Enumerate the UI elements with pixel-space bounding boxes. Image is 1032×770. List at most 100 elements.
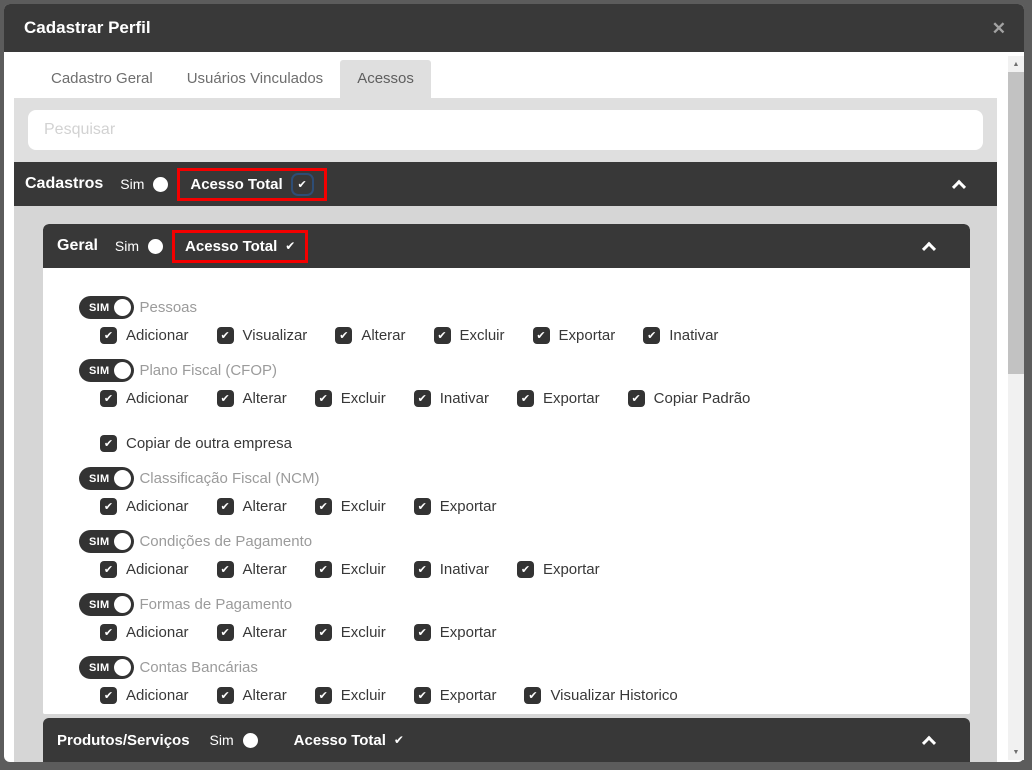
permission-excluir[interactable]: ✔ Excluir xyxy=(314,498,386,515)
permission-exportar[interactable]: ✔ Exportar xyxy=(413,624,496,641)
checkbox-checked-icon[interactable]: ✔ xyxy=(413,624,431,641)
checkbox-checked-icon[interactable]: ✔ xyxy=(216,561,234,578)
cadastrar-perfil-modal: Cadastrar Perfil ✕ Cadastro Geral Usuári… xyxy=(4,4,1024,762)
sim-toggle[interactable]: SIM xyxy=(79,467,135,490)
checkbox-checked-icon[interactable]: ✔ xyxy=(216,390,234,407)
permission-label: Adicionar xyxy=(126,624,189,641)
vertical-scrollbar[interactable]: ▲ ▼ xyxy=(1008,56,1024,760)
permission-excluir[interactable]: ✔ Excluir xyxy=(314,624,386,641)
checkbox-checked-icon[interactable]: ✔ xyxy=(216,327,234,344)
permission-inativar[interactable]: ✔ Inativar xyxy=(413,390,489,407)
sim-toggle[interactable]: SIM xyxy=(79,656,135,679)
sim-toggle[interactable]: SIM xyxy=(79,359,135,382)
chevron-up-icon[interactable] xyxy=(920,731,938,750)
permission-excluir[interactable]: ✔ Excluir xyxy=(314,687,386,704)
permission-excluir[interactable]: ✔ Excluir xyxy=(314,390,386,407)
sim-toggle[interactable]: SIM xyxy=(79,530,135,553)
permission-excluir[interactable]: ✔ Excluir xyxy=(433,327,505,344)
checkbox-checked-icon[interactable]: ✔ xyxy=(335,327,353,344)
permission-alterar[interactable]: ✔ Alterar xyxy=(216,498,287,515)
permission-adicionar[interactable]: ✔ Adicionar xyxy=(100,498,189,515)
permission-row: ✔ Adicionar ✔ Visualizar ✔ Alterar ✔ Exc… xyxy=(100,327,970,344)
scrollbar-thumb[interactable] xyxy=(1008,72,1024,374)
checkbox-checked-icon[interactable]: ✔ xyxy=(413,687,431,704)
scroll-up-icon[interactable]: ▲ xyxy=(1008,56,1024,72)
permission-exportar[interactable]: ✔ Exportar xyxy=(413,498,496,515)
sim-toggle[interactable] xyxy=(148,238,164,254)
checkbox-checked-icon[interactable]: ✔ xyxy=(532,327,550,344)
permission-label: Visualizar Historico xyxy=(550,687,678,704)
chevron-up-icon[interactable] xyxy=(950,175,968,194)
permission-exportar[interactable]: ✔ Exportar xyxy=(413,687,496,704)
checkbox-checked-icon[interactable]: ✔ xyxy=(216,498,234,515)
permission-label: Alterar xyxy=(242,561,287,578)
checkbox-checked-icon[interactable]: ✔ xyxy=(413,498,431,515)
sim-toggle[interactable]: SIM xyxy=(79,593,135,616)
tab-usuarios-vinculados[interactable]: Usuários Vinculados xyxy=(170,60,340,98)
checkbox-checked-icon[interactable]: ✔ xyxy=(314,561,332,578)
permission-exportar[interactable]: ✔ Exportar xyxy=(532,327,615,344)
checkbox-checked-icon[interactable]: ✔ xyxy=(100,390,117,407)
scroll-down-icon[interactable]: ▼ xyxy=(1008,744,1024,760)
permission-row: ✔ Adicionar ✔ Alterar ✔ Excluir ✔ Inativ… xyxy=(100,390,970,452)
modal-title: Cadastrar Perfil xyxy=(24,18,151,37)
checkbox-checked-icon[interactable]: ✔ xyxy=(516,561,534,578)
group-header: SIM Contas Bancárias xyxy=(79,656,970,679)
permission-adicionar[interactable]: ✔ Adicionar xyxy=(100,561,189,578)
acesso-total-checkbox[interactable]: ✔ xyxy=(394,733,404,747)
checkbox-checked-icon[interactable]: ✔ xyxy=(216,624,234,641)
checkbox-checked-icon[interactable]: ✔ xyxy=(314,390,332,407)
checkbox-checked-icon[interactable]: ✔ xyxy=(100,687,117,704)
section-header-cadastros: Cadastros Sim Acesso Total ✔ xyxy=(14,162,997,206)
group-label: Contas Bancárias xyxy=(139,659,258,676)
permission-adicionar[interactable]: ✔ Adicionar xyxy=(100,390,189,407)
checkbox-checked-icon[interactable]: ✔ xyxy=(516,390,534,407)
permission-excluir[interactable]: ✔ Excluir xyxy=(314,561,386,578)
tab-acessos[interactable]: Acessos xyxy=(340,60,431,98)
checkbox-checked-icon[interactable]: ✔ xyxy=(100,561,117,578)
acesso-total-checkbox[interactable]: ✔ xyxy=(285,239,295,253)
sim-toggle[interactable] xyxy=(153,176,169,192)
permission-copiar-padrao[interactable]: ✔ Copiar Padrão xyxy=(627,390,750,407)
permission-inativar[interactable]: ✔ Inativar xyxy=(413,561,489,578)
checkbox-checked-icon[interactable]: ✔ xyxy=(100,327,117,344)
checkbox-checked-icon[interactable]: ✔ xyxy=(216,687,234,704)
checkbox-checked-icon[interactable]: ✔ xyxy=(413,561,431,578)
acesso-total-checkbox[interactable]: ✔ xyxy=(290,172,314,196)
acesso-total-highlight: Acesso Total ✔ xyxy=(172,229,309,263)
checkbox-checked-icon[interactable]: ✔ xyxy=(643,327,661,344)
permission-adicionar[interactable]: ✔ Adicionar xyxy=(100,687,189,704)
section-header-produtos-servicos: Produtos/Serviços Sim Acesso Total ✔ xyxy=(43,718,970,762)
permission-inativar[interactable]: ✔ Inativar xyxy=(643,327,718,344)
permission-label: Alterar xyxy=(361,327,406,344)
permission-alterar[interactable]: ✔ Alterar xyxy=(216,687,287,704)
permission-adicionar[interactable]: ✔ Adicionar xyxy=(100,327,189,344)
sim-toggle[interactable] xyxy=(242,732,258,748)
permission-copiar-de-outra-empresa[interactable]: ✔ Copiar de outra empresa xyxy=(100,435,292,452)
tab-cadastro-geral[interactable]: Cadastro Geral xyxy=(34,60,170,98)
checkbox-checked-icon[interactable]: ✔ xyxy=(314,498,332,515)
checkbox-checked-icon[interactable]: ✔ xyxy=(433,327,451,344)
close-icon[interactable]: ✕ xyxy=(992,20,1006,37)
sim-toggle[interactable]: SIM xyxy=(79,296,135,319)
checkbox-checked-icon[interactable]: ✔ xyxy=(314,624,332,641)
checkbox-checked-icon[interactable]: ✔ xyxy=(627,390,645,407)
checkbox-checked-icon[interactable]: ✔ xyxy=(413,390,431,407)
permission-alterar[interactable]: ✔ Alterar xyxy=(216,561,287,578)
permission-visualizar[interactable]: ✔ Visualizar xyxy=(216,327,307,344)
checkbox-checked-icon[interactable]: ✔ xyxy=(314,687,332,704)
permission-exportar[interactable]: ✔ Exportar xyxy=(516,390,600,407)
checkbox-checked-icon[interactable]: ✔ xyxy=(100,624,117,641)
checkbox-checked-icon[interactable]: ✔ xyxy=(100,498,117,515)
permission-alterar[interactable]: ✔ Alterar xyxy=(216,624,287,641)
checkbox-checked-icon[interactable]: ✔ xyxy=(524,687,542,704)
permission-visualizar-historico[interactable]: ✔ Visualizar Historico xyxy=(524,687,678,704)
permission-exportar[interactable]: ✔ Exportar xyxy=(516,561,600,578)
chevron-up-icon[interactable] xyxy=(920,237,938,256)
checkbox-checked-icon[interactable]: ✔ xyxy=(100,435,117,452)
search-input[interactable] xyxy=(28,110,983,150)
permission-alterar[interactable]: ✔ Alterar xyxy=(216,390,287,407)
permission-alterar[interactable]: ✔ Alterar xyxy=(335,327,406,344)
permission-group: SIM Plano Fiscal (CFOP) ✔ Adicionar ✔ Al… xyxy=(79,359,970,452)
permission-adicionar[interactable]: ✔ Adicionar xyxy=(100,624,189,641)
